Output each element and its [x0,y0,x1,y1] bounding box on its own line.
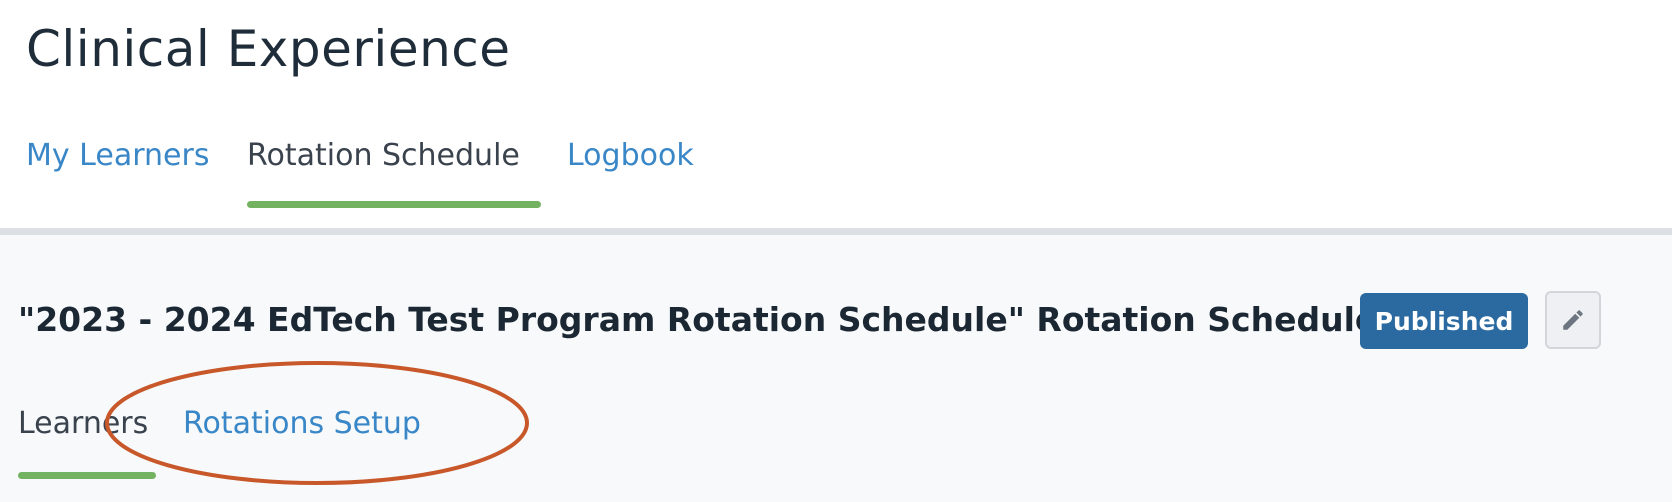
schedule-panel [0,235,1672,502]
subtab-active-underline [18,472,156,479]
tab-active-underline [247,201,541,208]
tab-rotation-schedule[interactable]: Rotation Schedule [247,138,520,173]
page-header: Clinical Experience My Learners Rotation… [0,0,1672,228]
subtab-learners[interactable]: Learners [18,406,148,441]
tab-my-learners[interactable]: My Learners [26,138,209,173]
edit-schedule-button[interactable] [1545,291,1601,349]
subtab-rotations-setup[interactable]: Rotations Setup [183,406,421,441]
status-badge: Published [1360,293,1528,349]
header-divider [0,228,1672,235]
tab-logbook[interactable]: Logbook [567,138,694,173]
schedule-title: "2023 - 2024 EdTech Test Program Rotatio… [18,300,1378,339]
pencil-icon [1563,310,1583,330]
page-title: Clinical Experience [26,20,511,78]
